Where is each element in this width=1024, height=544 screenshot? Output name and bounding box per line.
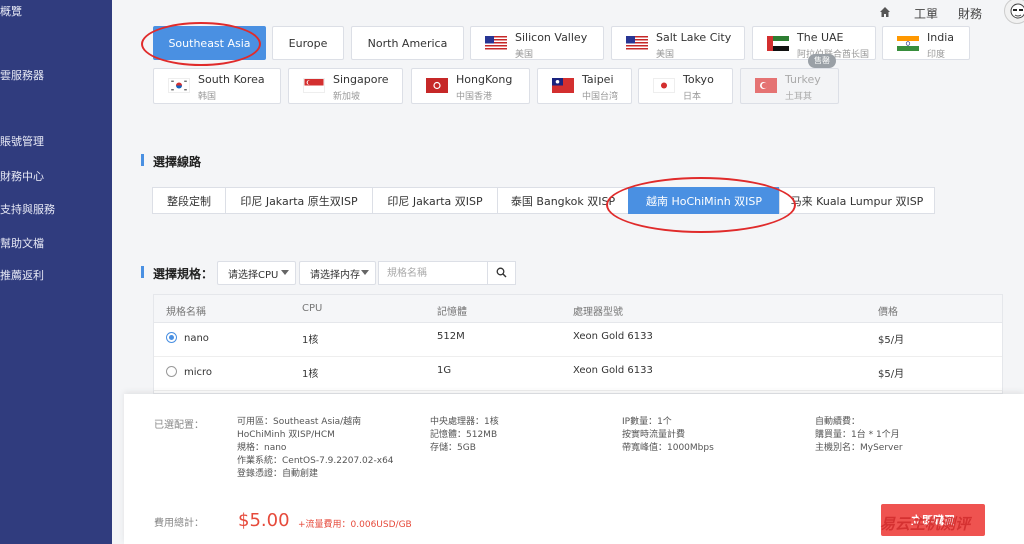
total-price: $5.00 — [238, 510, 290, 531]
uae-flag-icon — [767, 36, 789, 51]
config-credential: 登錄憑證：自動創建 — [237, 469, 319, 479]
cell-cpu: 1核 — [302, 369, 319, 380]
us-flag-icon — [485, 36, 507, 51]
chevron-down-icon — [281, 270, 289, 275]
config-quantity: 購買量：1台 * 1个月 — [815, 430, 900, 440]
sidebar-item-docs[interactable]: 幫助文檔 — [0, 235, 44, 251]
region-singapore[interactable]: Singapore 新加坡 — [288, 68, 403, 104]
cell-spec-name: nano — [184, 333, 209, 344]
japan-flag-icon — [653, 78, 675, 93]
table-header: 規格名稱 CPU 記憶體 處理器型號 價格 — [154, 295, 1002, 323]
header-processor: 處理器型號 — [573, 307, 623, 318]
line-tab-hochiminh[interactable]: 越南 HoChiMinh 双ISP — [628, 187, 780, 214]
config-auto-renew: 自動續費： — [815, 417, 861, 427]
finance-link[interactable]: 財務 — [958, 5, 982, 22]
us-flag-icon — [626, 36, 648, 51]
cell-spec-name: micro — [184, 367, 213, 378]
region-salt-lake-city[interactable]: Salt Lake City 美国 — [611, 26, 745, 60]
header-spec-name: 規格名稱 — [166, 307, 206, 318]
cell-price: $5/月 — [878, 369, 905, 380]
sold-out-badge: 售罄 — [808, 54, 836, 68]
spec-table: 規格名稱 CPU 記憶體 處理器型號 價格 nano 1核 512M Xeon … — [153, 294, 1003, 394]
config-zone: 可用區：Southeast Asia/越南 — [237, 417, 362, 427]
header-cpu: CPU — [302, 303, 323, 314]
cell-price: $5/月 — [878, 335, 905, 346]
sidebar: 概覽 雲服務器 賬號管理 財務中心 支持與服務 幫助文檔 推薦返利 — [0, 0, 112, 544]
traffic-fee: +流量費用：0.006USD/GB — [298, 520, 412, 530]
config-storage: 存儲：5GB — [430, 443, 476, 453]
line-tab-bangkok[interactable]: 泰国 Bangkok 双ISP — [497, 187, 629, 214]
sidebar-item-referral[interactable]: 推薦返利 — [0, 267, 44, 283]
cpu-select[interactable]: 请选择CPU — [217, 261, 296, 285]
region-hongkong[interactable]: HongKong 中国香港 — [411, 68, 530, 104]
line-tabs: 整段定制 印尼 Jakarta 原生双ISP 印尼 Jakarta 双ISP 泰… — [152, 187, 935, 214]
line-section-title: 選擇線路 — [141, 153, 201, 170]
spec-section-title: 選擇規格： — [141, 265, 213, 282]
region-turkey[interactable]: Turkey 土耳其 — [740, 68, 839, 104]
line-tab-kuala-lumpur[interactable]: 马来 Kuala Lumpur 双ISP — [779, 187, 935, 214]
region-north-america[interactable]: North America — [351, 26, 464, 60]
line-tab-jakarta-native[interactable]: 印尼 Jakarta 原生双ISP — [225, 187, 373, 214]
config-ip-count: IP數量：1个 — [622, 417, 672, 427]
config-billing: 按實時流量計費 — [622, 430, 686, 440]
config-line: HoChiMinh 双ISP/HCM — [237, 430, 335, 440]
workorder-link[interactable]: 工單 — [914, 5, 938, 22]
hongkong-flag-icon — [426, 78, 448, 93]
sidebar-item-cloud-servers[interactable]: 雲服務器 — [0, 67, 44, 83]
cell-memory: 1G — [437, 365, 452, 376]
avatar-face-icon — [1010, 3, 1024, 19]
config-col-purchase: 自動續費： 購買量：1台 * 1个月 主機別名：MyServer — [815, 416, 903, 455]
region-europe[interactable]: Europe — [272, 26, 344, 60]
spec-search-input[interactable] — [378, 261, 488, 285]
avatar[interactable] — [1004, 0, 1024, 24]
india-flag-icon — [897, 36, 919, 51]
chevron-down-icon — [361, 270, 369, 275]
cell-memory: 512M — [437, 331, 465, 342]
region-southeast-asia[interactable]: Southeast Asia — [153, 26, 266, 60]
search-icon — [496, 267, 507, 277]
config-alias: 主機別名：MyServer — [815, 443, 903, 453]
line-tab-jakarta[interactable]: 印尼 Jakarta 双ISP — [372, 187, 498, 214]
cell-processor: Xeon Gold 6133 — [573, 331, 653, 342]
sidebar-item-account[interactable]: 賬號管理 — [0, 133, 44, 149]
table-row[interactable]: nano 1核 512M Xeon Gold 6133 $5/月 — [154, 323, 1002, 357]
total-label: 費用總計： — [154, 518, 204, 529]
region-tokyo[interactable]: Tokyo 日本 — [638, 68, 733, 104]
line-tab-custom[interactable]: 整段定制 — [152, 187, 226, 214]
turkey-flag-icon — [755, 78, 777, 93]
cell-cpu: 1核 — [302, 335, 319, 346]
top-nav: 工單 財務 — [112, 0, 1024, 26]
config-col-zone: 可用區：Southeast Asia/越南 HoChiMinh 双ISP/HCM… — [237, 416, 394, 481]
watermark: 易云主机测评 — [880, 515, 971, 533]
config-bandwidth: 帶寬峰值：1000Mbps — [622, 443, 714, 453]
sidebar-item-overview[interactable]: 概覽 — [0, 3, 22, 19]
header-memory: 記憶體 — [437, 307, 467, 318]
region-silicon-valley[interactable]: Silicon Valley 美国 — [470, 26, 604, 60]
search-button[interactable] — [487, 261, 516, 285]
region-south-korea[interactable]: South Korea 韩国 — [153, 68, 281, 104]
home-icon[interactable] — [879, 6, 891, 18]
table-row[interactable]: micro 1核 1G Xeon Gold 6133 $5/月 — [154, 357, 1002, 391]
sidebar-item-finance[interactable]: 財務中心 — [0, 168, 44, 184]
config-label: 已選配置： — [154, 420, 204, 431]
region-taipei[interactable]: Taipei 中国台湾 — [537, 68, 632, 104]
config-memory: 記憶體：512MB — [430, 430, 498, 440]
config-cpu: 中央處理器：1核 — [430, 417, 499, 427]
sidebar-item-support[interactable]: 支持與服務 — [0, 201, 55, 217]
header-price: 價格 — [878, 307, 898, 318]
region-india[interactable]: India 印度 — [882, 26, 970, 60]
config-spec: 規格：nano — [237, 443, 287, 453]
config-os: 作業系統：CentOS-7.9.2207.02-x64 — [237, 456, 394, 466]
row-radio[interactable] — [166, 332, 177, 343]
config-col-hardware: 中央處理器：1核 記憶體：512MB 存儲：5GB — [430, 416, 499, 455]
config-col-network: IP數量：1个 按實時流量計費 帶寬峰值：1000Mbps — [622, 416, 714, 455]
memory-select[interactable]: 请选择内存 — [299, 261, 376, 285]
singapore-flag-icon — [303, 78, 325, 93]
cell-processor: Xeon Gold 6133 — [573, 365, 653, 376]
taipei-flag-icon — [552, 78, 574, 93]
korea-flag-icon — [168, 78, 190, 93]
row-radio[interactable] — [166, 366, 177, 377]
